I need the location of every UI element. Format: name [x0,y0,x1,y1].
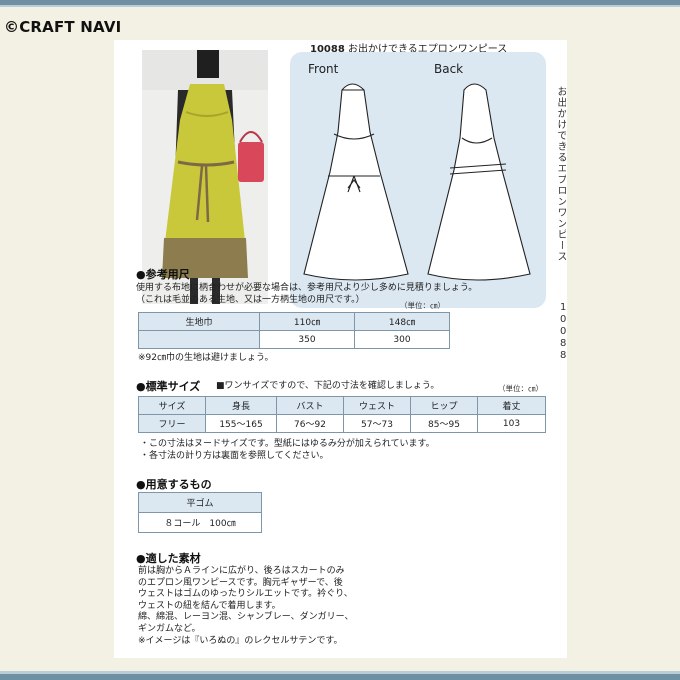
fabric-empty-cell [138,330,260,349]
size-heading: ●標準サイズ [136,380,201,393]
fabric-note-line-2: （これは毛並のある生地、又は一方柄生地の用尺です。） [136,295,365,305]
fabric-row-header: 生地巾 [138,312,260,331]
bottom-border [0,674,680,680]
size-col-waist: ウェスト [343,396,411,415]
recommended-description: 前は胸からＡラインに広がり、後ろはスカートのみ のエプロン風ワンピースです。胸元… [138,566,354,647]
size-col-size: サイズ [138,396,206,415]
fabric-heading: ●参考用尺 [136,268,190,281]
fabric-amount-148: 300 [354,330,450,349]
recommended-line-3: ウェストはゴムのゆったりシルエットです。衿ぐり、 [138,589,353,600]
size-note-2: ・各寸法の計り方は裏面を参照してください。 [140,451,329,461]
size-value-bust: 76～92 [276,414,344,433]
fabric-amount-110: 350 [259,330,355,349]
size-note-1: ・この寸法はヌードサイズです。型紙にはゆるみ分が加えられています。 [140,439,435,449]
recommended-heading: ●適した素材 [136,552,201,565]
materials-item-value: ８コール 100㎝ [138,512,262,533]
dress-flat-sketch [303,83,531,281]
brand-logo: ©CRAFT NAVI [4,18,122,36]
recommended-line-2: のエプロン風ワンピースです。胸元ギャザーで、後 [138,577,343,588]
size-value-hip: 85～95 [410,414,478,433]
side-digit-5: 8 [560,350,567,361]
fabric-width-110: 110㎝ [259,312,355,331]
top-border-light [0,5,680,7]
size-value-size: フリー [138,414,206,433]
size-value-waist: 57～73 [343,414,411,433]
fabric-table: 生地巾 110㎝ 148㎝ 350 300 [138,312,450,349]
side-digit-2: 0 [560,314,567,325]
size-value-length: 103 [477,414,546,433]
size-table: サイズ 身長 バスト ウェスト ヒップ 着丈 フリー 155～165 76～92… [138,396,546,433]
size-col-hip: ヒップ [410,396,478,415]
materials-item-header: 平ゴム [138,492,262,513]
pattern-sheet: 10088 お出かけできるエプロンワンピース Front Back お出かけでき… [114,40,567,658]
side-digit-4: 8 [560,338,567,349]
materials-heading: ●用意するもの [136,478,212,491]
size-subheading: ■ワンサイズですので、下記の寸法を確認しましょう。 [216,381,440,391]
fabric-warning: ※92㎝巾の生地は避けましょう。 [138,353,274,363]
fabric-unit: （単位：㎝） [400,301,445,310]
technical-drawing: Front Back [290,52,546,308]
side-digit-3: 0 [560,326,567,337]
fabric-width-148: 148㎝ [354,312,450,331]
side-vertical-title: お出かけできるエプロンワンピース [555,86,566,262]
side-digit-1: 1 [560,302,567,313]
materials-table: 平ゴム ８コール 100㎝ [138,492,262,533]
fabric-note-line-1: 使用する布地に柄合わせが必要な場合は、参考用尺より少し多めに見積りましょう。 [136,283,478,293]
size-col-length: 着丈 [477,396,546,415]
size-value-height: 155～165 [205,414,277,433]
recommended-line-1: 前は胸からＡラインに広がり、後ろはスカートのみ [138,566,345,576]
recommended-line-6: ギンガムなど。 [138,623,201,634]
recommended-line-4: ウェストの紐を結んで着用します。 [138,600,281,611]
recommended-line-7: ※イメージは『いろぬの』のレクセルサテンです。 [138,635,343,646]
size-unit: （単位：㎝） [498,384,543,393]
recommended-line-5: 綿、綿混、レーヨン混、シャンブレー、ダンガリー、 [138,612,354,623]
size-col-height: 身長 [205,396,277,415]
size-col-bust: バスト [276,396,344,415]
